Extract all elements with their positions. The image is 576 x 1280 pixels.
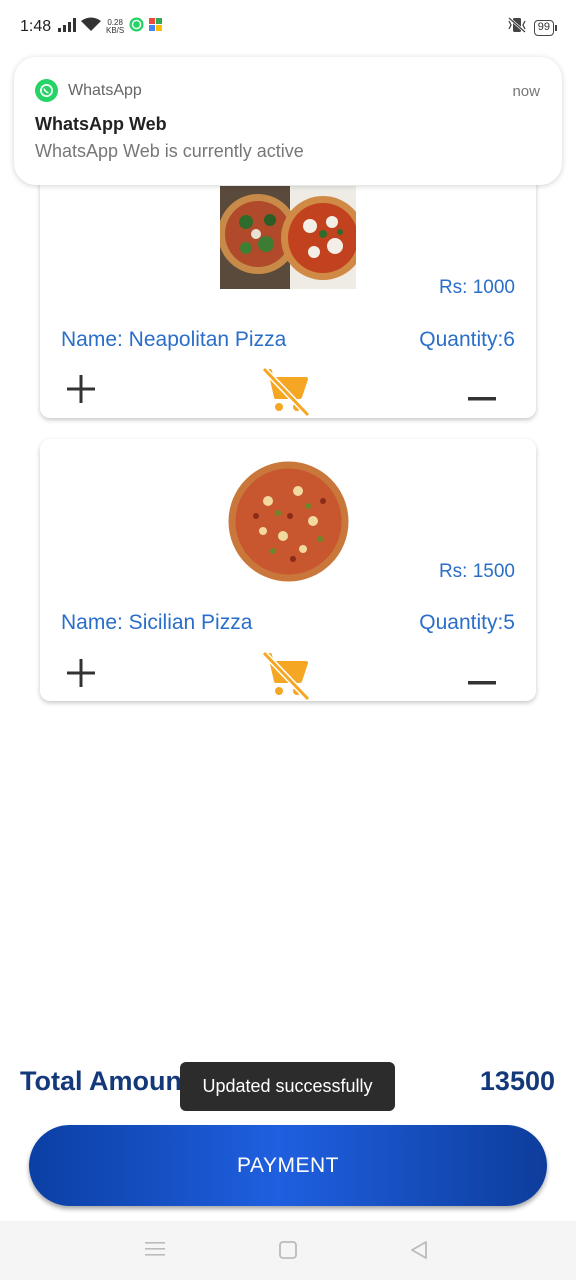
notification-app-name: WhatsApp: [68, 81, 142, 99]
cart-item-card: Rs: 1500 Name: Sicilian Pizza Quantity:5: [40, 439, 536, 702]
decrease-quantity-button[interactable]: [468, 672, 496, 690]
toast-message: Updated successfully: [180, 1062, 395, 1111]
whatsapp-icon: [35, 79, 58, 102]
status-bar: 1:48 0.28 KB/S 99: [0, 0, 576, 56]
item-price: Rs: 1000: [438, 277, 515, 298]
neapolitan-pizza-image: [218, 186, 365, 294]
item-name: Name: Neapolitan Pizza: [61, 328, 287, 351]
payment-button[interactable]: PAYMENT: [29, 1125, 547, 1206]
total-amount-label: Total Amount: [20, 1066, 191, 1096]
total-amount-value: 13500: [479, 1066, 555, 1096]
wifi-icon: [81, 17, 101, 37]
cart-item-card: Rs: 1000 Name: Neapolitan Pizza Quantity…: [40, 150, 536, 418]
increase-quantity-button[interactable]: [66, 658, 96, 693]
increase-quantity-button[interactable]: [66, 374, 96, 409]
signal-icon: [58, 17, 76, 37]
status-time: 1:48: [20, 18, 52, 35]
network-speed: 0.28 KB/S: [106, 18, 125, 35]
sicilian-pizza-image: [228, 461, 349, 587]
item-quantity: Quantity:5: [419, 611, 515, 634]
whatsapp-status-icon: [129, 17, 144, 37]
item-name: Name: Sicilian Pizza: [61, 611, 253, 634]
whatsapp-notification[interactable]: WhatsApp now WhatsApp Web WhatsApp Web i…: [14, 57, 562, 185]
vibrate-icon: [506, 17, 528, 38]
navigation-bar: [0, 1221, 576, 1280]
notification-title: WhatsApp Web: [35, 114, 167, 134]
app-status-icon: [149, 18, 163, 36]
notification-text: WhatsApp Web is currently active: [35, 141, 304, 161]
item-quantity: Quantity:6: [419, 328, 515, 351]
remove-from-cart-button[interactable]: [260, 649, 312, 706]
notification-time: now: [512, 83, 540, 100]
home-icon[interactable]: [279, 1241, 297, 1264]
menu-icon[interactable]: [145, 1241, 165, 1262]
item-price: Rs: 1500: [438, 561, 515, 582]
battery-indicator: 99: [533, 19, 558, 36]
remove-from-cart-button[interactable]: [260, 365, 312, 422]
decrease-quantity-button[interactable]: [468, 388, 496, 406]
back-icon[interactable]: [409, 1240, 429, 1265]
